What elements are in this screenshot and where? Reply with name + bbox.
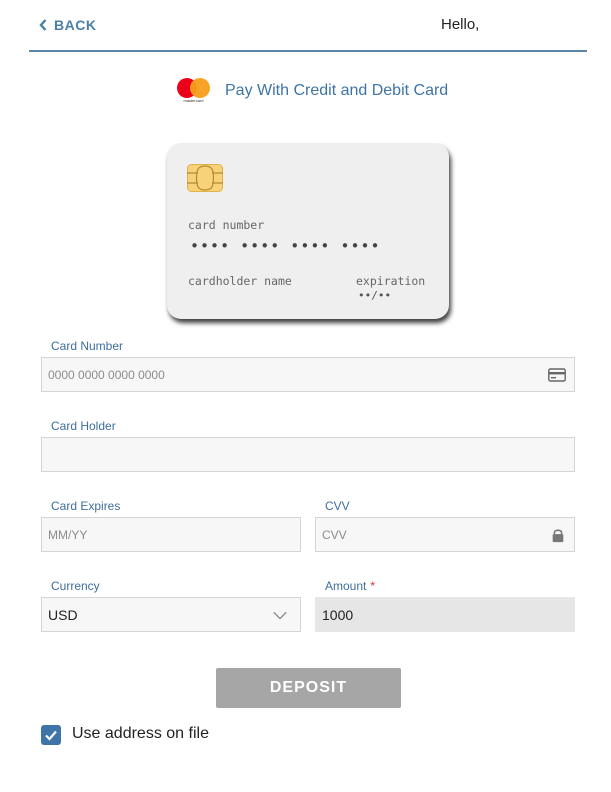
- amount-label-text: Amount: [325, 579, 367, 593]
- checkmark-icon: [45, 730, 57, 741]
- payment-method-label: Pay With Credit and Debit Card: [225, 82, 449, 99]
- card-holder-input[interactable]: [48, 447, 574, 462]
- card-number-field: [41, 357, 575, 392]
- currency-value: USD: [48, 606, 78, 623]
- mastercard-logo-text: mastercard: [183, 99, 204, 103]
- card-number-mask: •••• •••• •••• ••••: [190, 237, 381, 255]
- chevron-down-icon: [273, 611, 287, 620]
- required-marker: *: [370, 579, 376, 593]
- cardholder-caption: cardholder name: [188, 274, 292, 288]
- cvv-field: [315, 517, 575, 552]
- currency-select[interactable]: USD: [41, 597, 301, 632]
- card-holder-field: [41, 437, 575, 472]
- chevron-left-icon: [39, 19, 47, 31]
- card-preview: card number •••• •••• •••• •••• cardhold…: [167, 143, 449, 319]
- cvv-input[interactable]: [322, 527, 574, 542]
- currency-label: Currency: [51, 579, 100, 593]
- deposit-button[interactable]: DEPOSIT: [216, 668, 401, 708]
- card-number-caption: card number: [188, 218, 265, 232]
- use-address-checkbox[interactable]: [41, 725, 61, 745]
- lock-icon: [552, 529, 564, 543]
- back-label: BACK: [54, 17, 97, 33]
- chip-icon: [187, 164, 223, 192]
- mastercard-logo: mastercard: [176, 77, 211, 105]
- greeting-text: Hello,: [441, 16, 480, 33]
- amount-label: Amount *: [325, 579, 375, 593]
- back-button[interactable]: BACK: [38, 14, 96, 36]
- credit-card-icon: [548, 368, 566, 382]
- card-holder-label: Card Holder: [51, 419, 116, 433]
- payment-method-title: mastercard Pay With Credit and Debit Car…: [176, 76, 448, 106]
- expiration-mask: ••/••: [358, 289, 392, 302]
- card-number-label: Card Number: [51, 339, 124, 353]
- card-expires-input[interactable]: [48, 527, 300, 542]
- use-address-label: Use address on file: [72, 725, 209, 742]
- expiration-caption: expiration: [356, 274, 426, 288]
- header-divider: [29, 50, 587, 52]
- amount-value: 1000: [322, 606, 354, 623]
- card-number-input[interactable]: [48, 367, 574, 382]
- amount-field: 1000: [315, 597, 575, 632]
- card-expires-field: [41, 517, 301, 552]
- card-expires-label: Card Expires: [51, 499, 121, 513]
- payment-page: BACK Hello, mastercard Pay With Credit a…: [0, 0, 611, 792]
- cvv-label: CVV: [325, 499, 350, 513]
